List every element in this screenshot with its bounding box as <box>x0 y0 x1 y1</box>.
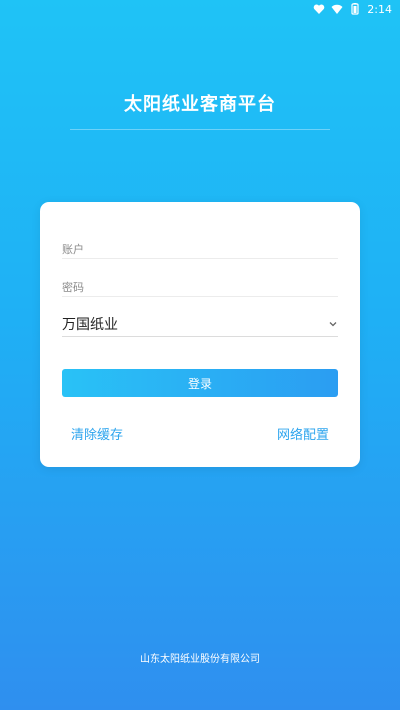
account-input[interactable] <box>62 243 338 256</box>
wifi-icon <box>331 4 343 14</box>
clear-cache-link[interactable]: 清除缓存 <box>71 424 123 443</box>
battery-icon <box>351 3 359 15</box>
company-select-value: 万国纸业 <box>62 317 118 333</box>
heart-icon <box>314 4 325 14</box>
password-input[interactable] <box>62 281 338 294</box>
status-bar: 2:14 <box>0 0 400 18</box>
password-field <box>62 276 338 297</box>
title-divider <box>70 129 330 130</box>
login-card: 万国纸业 登录 清除缓存 网络配置 <box>40 202 360 467</box>
company-select[interactable]: 万国纸业 <box>62 312 338 337</box>
page-title: 太阳纸业客商平台 <box>124 94 276 115</box>
status-time: 2:14 <box>367 2 392 16</box>
network-config-link[interactable]: 网络配置 <box>277 424 329 443</box>
login-button[interactable]: 登录 <box>62 369 338 397</box>
chevron-down-icon <box>329 322 337 327</box>
footer-company: 山东太阳纸业股份有限公司 <box>140 654 260 665</box>
account-field <box>62 238 338 259</box>
